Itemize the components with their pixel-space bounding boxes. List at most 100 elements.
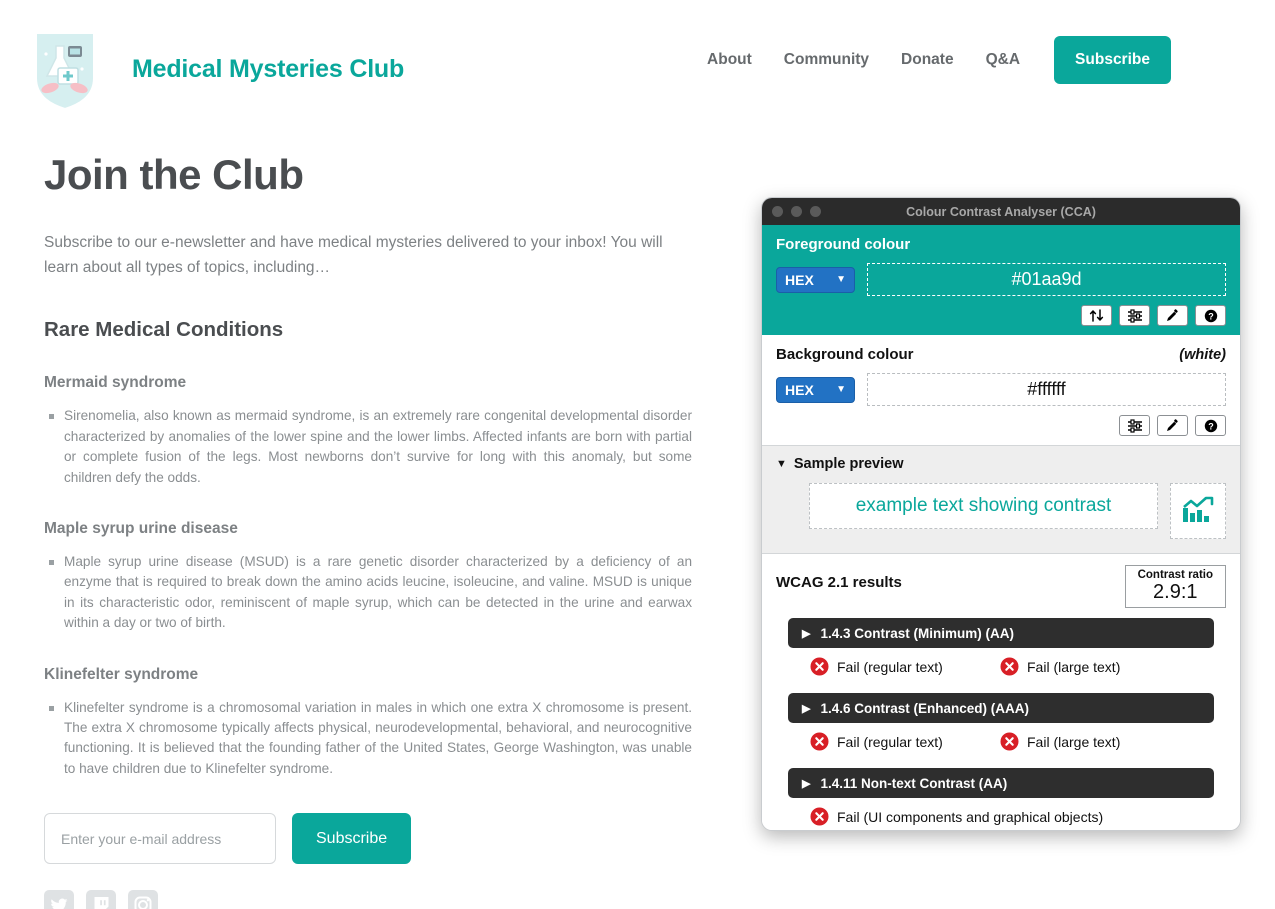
- twitter-icon[interactable]: [44, 890, 74, 909]
- nav-link-qa[interactable]: Q&A: [970, 51, 1036, 69]
- brand-name: Medical Mysteries Club: [132, 54, 405, 83]
- background-colour-name: (white): [1179, 347, 1226, 363]
- triangle-right-icon: ▶: [802, 777, 811, 790]
- result-text: Fail (UI components and graphical object…: [837, 808, 1104, 825]
- nav-link-donate[interactable]: Donate: [885, 51, 970, 69]
- foreground-colour-input[interactable]: #01aa9d: [867, 263, 1226, 296]
- eyedropper-icon[interactable]: [1157, 415, 1188, 436]
- condition-term: Klinefelter syndrome: [44, 665, 199, 683]
- sample-preview-panel: ▼ Sample preview example text showing co…: [762, 445, 1240, 554]
- chevron-down-icon: ▼: [836, 273, 846, 285]
- brand[interactable]: Medical Mysteries Club: [28, 24, 404, 114]
- criterion-1-4-3-results: Fail (regular text) Fail (large text): [788, 648, 1214, 684]
- page-title: Join the Club: [44, 151, 304, 198]
- foreground-label: Foreground colour: [776, 236, 911, 253]
- main-navigation: About Community Donate Q&A Subscribe: [691, 36, 1171, 84]
- contrast-ratio-label: Contrast ratio: [1137, 569, 1213, 581]
- subscribe-form: Subscribe: [44, 813, 694, 865]
- sample-preview-label: Sample preview: [793, 456, 904, 472]
- chevron-down-icon: ▼: [836, 383, 846, 395]
- header-subscribe-button[interactable]: Subscribe: [1054, 36, 1171, 84]
- close-button[interactable]: [772, 206, 783, 217]
- background-panel-head: Background colour (white): [776, 346, 1226, 363]
- triangle-right-icon: ▶: [802, 702, 811, 715]
- fail-icon: [1000, 657, 1019, 676]
- triangle-right-icon: ▶: [802, 627, 811, 640]
- social-links: [44, 890, 694, 909]
- background-colour-row: HEX ▼ #ffffff: [776, 373, 1226, 406]
- section-title: Rare Medical Conditions: [44, 318, 284, 342]
- intro-paragraph: Subscribe to our e-newsletter and have m…: [44, 234, 663, 277]
- criterion-1-4-6-results: Fail (regular text) Fail (large text): [788, 723, 1214, 759]
- list-item: Sirenomelia, also known as mermaid syndr…: [44, 406, 692, 488]
- cca-titlebar[interactable]: Colour Contrast Analyser (CCA): [762, 198, 1240, 225]
- wcag-results-panel: WCAG 2.1 results Contrast ratio 2.9:1 ▶ …: [762, 554, 1240, 830]
- fail-icon: [1000, 732, 1019, 751]
- result-regular-text: Fail (regular text): [788, 657, 1000, 676]
- foreground-tools: ?: [776, 305, 1226, 326]
- criterion-1-4-3-header[interactable]: ▶ 1.4.3 Contrast (Minimum) (AA): [788, 618, 1214, 648]
- page-root: Medical Mysteries Club About Community D…: [0, 0, 1275, 909]
- list-item: Maple syrup urine disease (MSUD) is a ra…: [44, 552, 692, 634]
- result-text: Fail (regular text): [837, 733, 943, 750]
- criterion-1-4-11-results: Fail (UI components and graphical object…: [788, 798, 1214, 830]
- contrast-ratio-value: 2.9:1: [1153, 581, 1198, 603]
- window-controls: [772, 206, 821, 217]
- minimize-button[interactable]: [791, 206, 802, 217]
- background-panel: Background colour (white) HEX ▼ #ffffff: [762, 335, 1240, 445]
- site-header: Medical Mysteries Club About Community D…: [0, 0, 1275, 130]
- condition-definition-list: Sirenomelia, also known as mermaid syndr…: [44, 406, 694, 488]
- nav-link-community[interactable]: Community: [768, 51, 885, 69]
- nav-link-about[interactable]: About: [691, 51, 768, 69]
- fail-icon: [810, 657, 829, 676]
- result-text: Fail (large text): [1027, 658, 1121, 675]
- sliders-icon[interactable]: [1119, 305, 1150, 326]
- condition-definition-list: Klinefelter syndrome is a chromosomal va…: [44, 698, 694, 780]
- bar-chart-declining-icon: [1170, 483, 1226, 539]
- foreground-format-value: HEX: [785, 271, 814, 288]
- help-icon[interactable]: ?: [1195, 305, 1226, 326]
- background-label: Background colour: [776, 346, 914, 363]
- background-format-select[interactable]: HEX ▼: [776, 376, 855, 403]
- foreground-panel: Foreground colour HEX ▼ #01aa9d ?: [762, 225, 1240, 335]
- fail-icon: [810, 732, 829, 751]
- result-text: Fail (regular text): [837, 658, 943, 675]
- criterion-name: 1.4.3 Contrast (Minimum) (AA): [820, 625, 1014, 641]
- medical-shield-logo-icon: [28, 24, 102, 114]
- result-large-text: Fail (large text): [1000, 657, 1120, 676]
- twitch-icon[interactable]: [86, 890, 116, 909]
- list-item: Klinefelter syndrome is a chromosomal va…: [44, 698, 692, 780]
- maximize-button[interactable]: [810, 206, 821, 217]
- result-text: Fail (large text): [1027, 733, 1121, 750]
- swap-colours-icon[interactable]: [1081, 305, 1112, 326]
- condition-term: Maple syrup urine disease: [44, 519, 238, 537]
- background-tools: ?: [776, 415, 1226, 436]
- main-content: Join the Club Subscribe to our e-newslet…: [44, 151, 694, 909]
- triangle-down-icon: ▼: [776, 458, 787, 470]
- eyedropper-icon[interactable]: [1157, 305, 1188, 326]
- criterion-1-4-11-header[interactable]: ▶ 1.4.11 Non-text Contrast (AA): [788, 768, 1214, 798]
- email-field[interactable]: [44, 813, 276, 865]
- instagram-icon[interactable]: [128, 890, 158, 909]
- sliders-icon[interactable]: [1119, 415, 1150, 436]
- criterion-name: 1.4.11 Non-text Contrast (AA): [820, 775, 1008, 791]
- sample-preview-text[interactable]: example text showing contrast: [809, 483, 1158, 529]
- help-icon[interactable]: ?: [1195, 415, 1226, 436]
- cca-window-title: Colour Contrast Analyser (CCA): [906, 204, 1096, 219]
- result-ui-components: Fail (UI components and graphical object…: [788, 807, 1103, 826]
- subscribe-button[interactable]: Subscribe: [292, 813, 412, 865]
- cca-window: Colour Contrast Analyser (CCA) Foregroun…: [761, 197, 1241, 831]
- wcag-criteria-list: ▶ 1.4.3 Contrast (Minimum) (AA) Fail (re…: [776, 618, 1226, 830]
- wcag-results-title: WCAG 2.1 results: [776, 574, 902, 591]
- foreground-format-select[interactable]: HEX ▼: [776, 266, 855, 293]
- sample-preview-disclosure[interactable]: ▼ Sample preview: [776, 456, 1226, 472]
- background-format-value: HEX: [785, 381, 814, 398]
- background-colour-input[interactable]: #ffffff: [867, 373, 1226, 406]
- foreground-colour-row: HEX ▼ #01aa9d: [776, 263, 1226, 296]
- result-large-text: Fail (large text): [1000, 732, 1120, 751]
- sample-preview-row: example text showing contrast: [776, 483, 1226, 539]
- criterion-1-4-6-header[interactable]: ▶ 1.4.6 Contrast (Enhanced) (AAA): [788, 693, 1214, 723]
- criterion-name: 1.4.6 Contrast (Enhanced) (AAA): [820, 700, 1029, 716]
- result-regular-text: Fail (regular text): [788, 732, 1000, 751]
- foreground-panel-head: Foreground colour: [776, 236, 1226, 253]
